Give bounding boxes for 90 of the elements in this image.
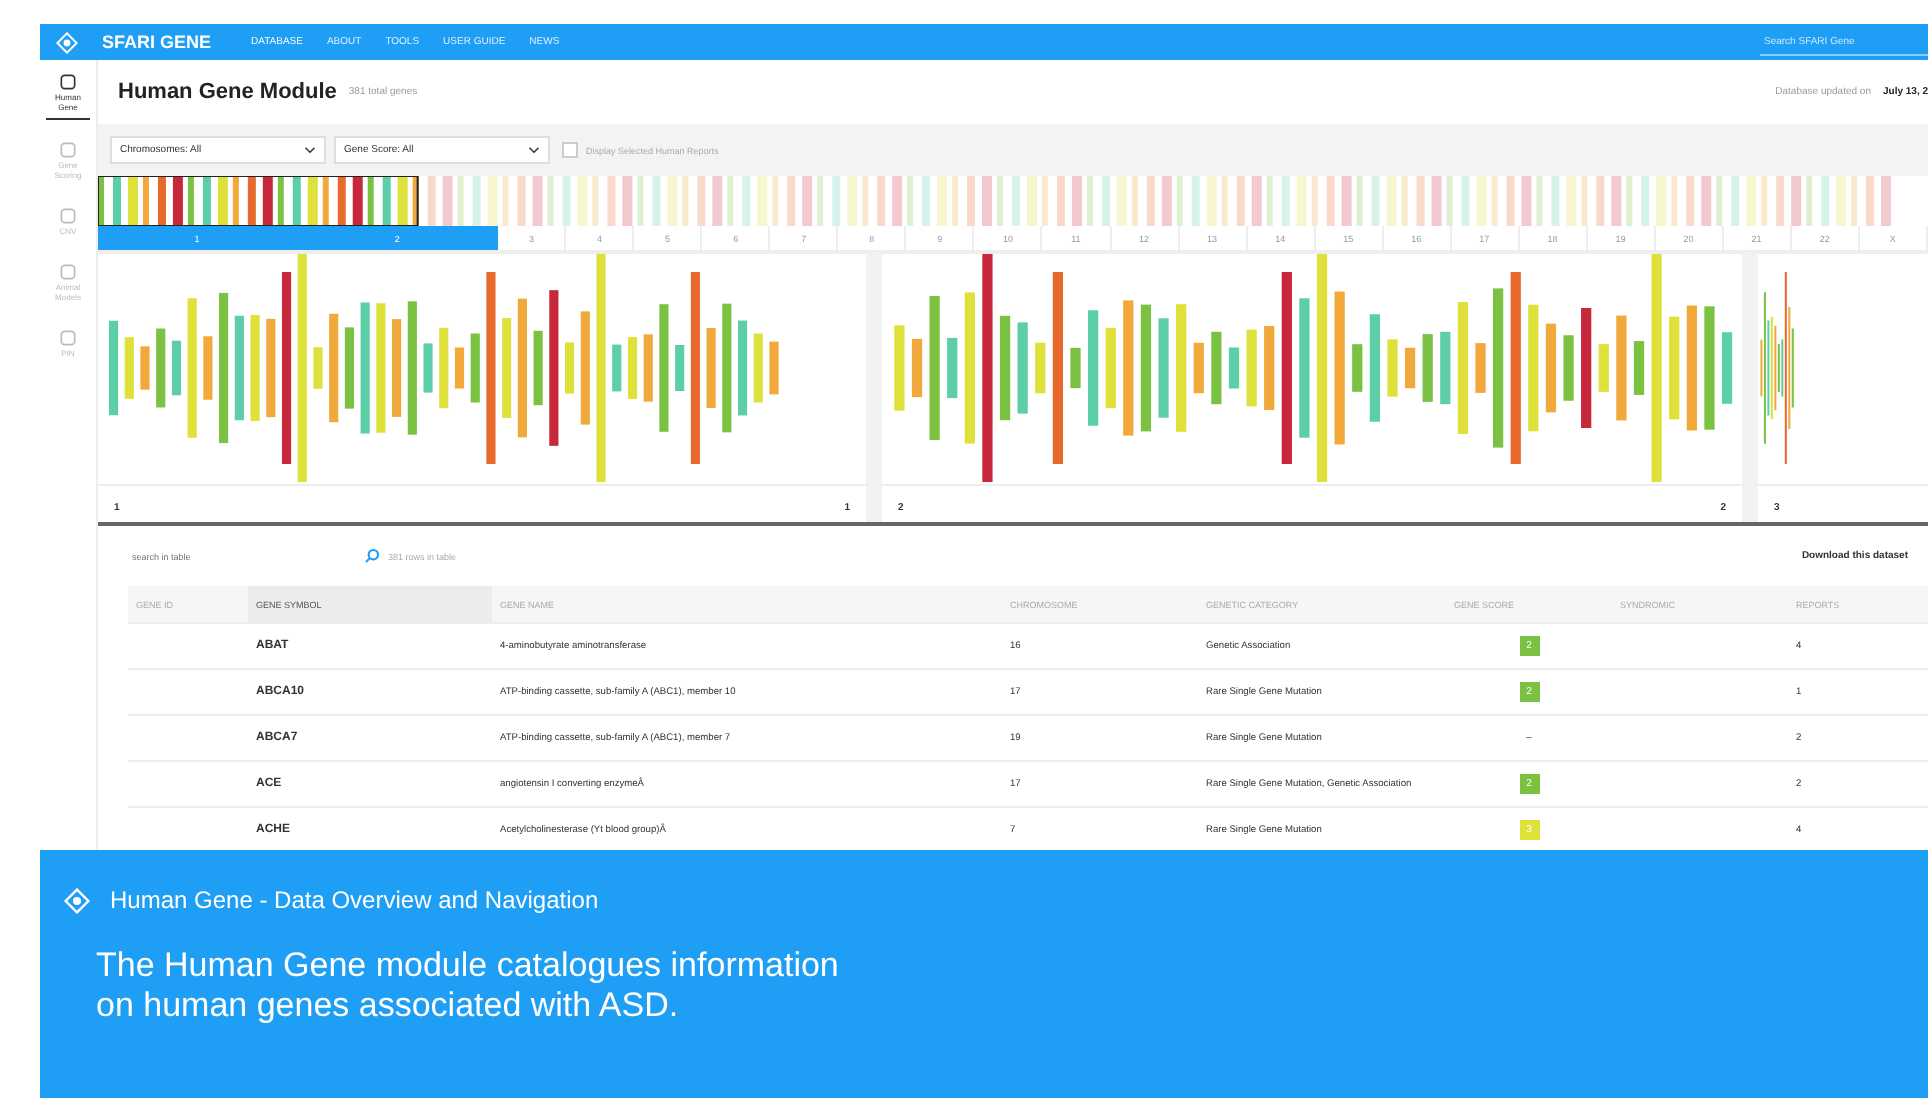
caret-icon bbox=[304, 146, 316, 154]
chart-bar bbox=[643, 334, 653, 402]
chart-bar bbox=[769, 341, 779, 395]
caret-icon bbox=[528, 146, 540, 154]
chart-bar bbox=[392, 319, 402, 417]
chart-bar bbox=[929, 296, 940, 440]
checkbox[interactable] bbox=[562, 142, 578, 158]
chart-bar bbox=[1581, 308, 1592, 428]
chart-bar bbox=[580, 311, 590, 425]
chart-bar bbox=[502, 318, 512, 418]
module-icon bbox=[58, 262, 78, 282]
chart-bar bbox=[187, 298, 197, 438]
brand-name[interactable]: SFARI GENE bbox=[102, 32, 212, 52]
chart-bar bbox=[1616, 315, 1627, 421]
chart-bar bbox=[329, 313, 339, 423]
chart-bar bbox=[1193, 342, 1204, 394]
chart-bar bbox=[234, 315, 244, 421]
caption-title: Human Gene - Data Overview and Navigation bbox=[110, 886, 599, 914]
chart-bar bbox=[454, 347, 465, 389]
chart-bar bbox=[423, 343, 433, 393]
chart-bar bbox=[407, 301, 417, 435]
chart-bar bbox=[1686, 305, 1697, 431]
chart-bar bbox=[1017, 322, 1028, 414]
chart-bar bbox=[360, 302, 370, 434]
chart-bar bbox=[1633, 341, 1645, 395]
chart-bar bbox=[753, 333, 763, 403]
chart-bar bbox=[266, 318, 276, 418]
chart-bar bbox=[911, 338, 923, 398]
chart-bar bbox=[947, 337, 958, 399]
chart-bar bbox=[627, 336, 638, 400]
page-title: Human Gene Module bbox=[118, 80, 337, 104]
chart-bar bbox=[1105, 327, 1116, 409]
chart-bar bbox=[1158, 318, 1169, 418]
chart-bar bbox=[344, 327, 354, 409]
chart-bar bbox=[1440, 331, 1451, 405]
chart-bar bbox=[108, 320, 119, 416]
chart-bar bbox=[1299, 298, 1310, 438]
chart-bar bbox=[675, 345, 685, 391]
chart-bar bbox=[1211, 331, 1222, 405]
chart-bar bbox=[738, 320, 748, 416]
chart-bar bbox=[1669, 316, 1680, 420]
module-icon bbox=[58, 328, 78, 348]
chart-bar bbox=[1264, 325, 1275, 411]
chart-bar bbox=[1563, 335, 1574, 401]
module-icon bbox=[58, 72, 78, 92]
chart-bar bbox=[999, 315, 1011, 421]
chart-bar bbox=[1598, 344, 1609, 392]
chart-bar bbox=[612, 344, 622, 392]
caption-text: The Human Gene module catalogues information on human genes associated with ASD. bbox=[96, 946, 841, 1026]
chart-bar bbox=[722, 303, 732, 433]
chart-bar bbox=[1475, 343, 1486, 393]
chart-bar bbox=[1369, 314, 1380, 422]
chart-bar bbox=[140, 346, 150, 390]
chart-bar bbox=[1352, 344, 1363, 392]
chart-bar bbox=[313, 347, 323, 389]
chart-bar bbox=[533, 330, 543, 406]
chart-bar bbox=[894, 325, 905, 411]
chart-bar bbox=[1387, 339, 1398, 397]
chart-bar bbox=[156, 328, 166, 408]
chart-bar bbox=[1721, 332, 1733, 404]
chart-bar bbox=[250, 314, 260, 422]
chart-bar bbox=[1070, 347, 1081, 389]
chart-bar bbox=[439, 327, 449, 409]
chart-bar bbox=[1704, 306, 1715, 430]
chart-bar bbox=[1035, 342, 1046, 394]
chart-bar bbox=[1123, 300, 1134, 436]
module-icon bbox=[58, 206, 78, 226]
module-icon bbox=[58, 140, 78, 160]
chart-bar bbox=[1545, 323, 1557, 413]
chart-bar bbox=[1528, 304, 1539, 432]
chart-bar bbox=[203, 336, 213, 400]
chart-bar bbox=[1422, 334, 1433, 402]
chart-bar bbox=[376, 303, 386, 433]
chart-bar bbox=[565, 342, 575, 394]
chart-bar bbox=[517, 298, 527, 438]
chart-bar bbox=[1404, 347, 1416, 389]
chart-bar bbox=[171, 340, 181, 396]
diamond-logo-icon bbox=[64, 887, 90, 913]
search-icon bbox=[364, 548, 380, 564]
chart-bar bbox=[1228, 347, 1240, 389]
chart-bar bbox=[1088, 310, 1099, 426]
chart-bar bbox=[659, 304, 669, 432]
chart-bar bbox=[1457, 302, 1469, 434]
chart-bar bbox=[470, 333, 480, 403]
chart-bar bbox=[1246, 329, 1257, 407]
diamond-logo-icon bbox=[56, 31, 78, 53]
chart-bar bbox=[706, 328, 716, 408]
chart-bar bbox=[124, 337, 134, 399]
chart-bar bbox=[1176, 304, 1187, 432]
chart-bar bbox=[1140, 304, 1152, 432]
